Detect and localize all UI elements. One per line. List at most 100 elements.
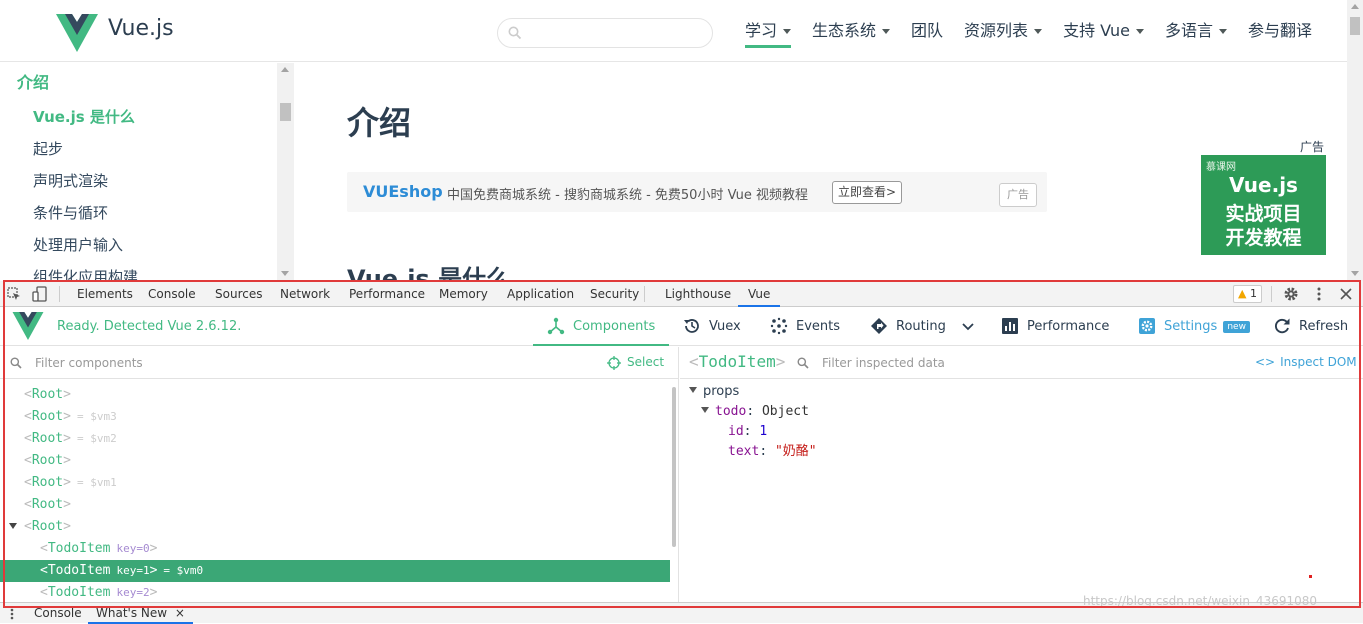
device-toolbar-icon[interactable] <box>32 286 48 302</box>
watermark: https://blog.csdn.net/weixin_43691080 <box>1083 594 1318 608</box>
new-badge: new <box>1223 320 1250 333</box>
nav-item-6[interactable]: 参与翻译 <box>1248 18 1312 48</box>
chevron-down-icon[interactable] <box>962 322 974 331</box>
sidebar-scroll-thumb[interactable] <box>280 103 291 121</box>
component-name: TodoItem <box>47 585 111 600</box>
expand-triangle-icon[interactable] <box>9 523 17 529</box>
tree-row[interactable]: <TodoItem key=1> = $vm0 <box>0 560 670 582</box>
scroll-up-arrow-icon[interactable] <box>1351 4 1359 9</box>
tag-bracket: < <box>40 541 48 556</box>
nav-item-2[interactable]: 团队 <box>911 18 943 48</box>
sidebar-item[interactable]: Vue.js 是什么 <box>33 101 138 133</box>
sidebar-item[interactable]: 起步 <box>33 133 138 165</box>
nav-item-4[interactable]: 支持 Vue <box>1063 18 1144 48</box>
drawer-tab-label: What's New <box>96 606 168 620</box>
tag-bracket: < <box>24 497 32 512</box>
select-component-button[interactable]: Select <box>607 355 664 370</box>
devtools-tab-security[interactable]: Security <box>590 281 639 307</box>
devtools-tab-elements[interactable]: Elements <box>77 281 133 307</box>
sidebar-section-title[interactable]: 介绍 <box>17 69 49 93</box>
tree-row[interactable]: <Root> <box>0 384 670 406</box>
nav-item-3[interactable]: 资源列表 <box>964 18 1043 48</box>
devtools-tab-application[interactable]: Application <box>507 281 574 307</box>
sponsor-brand[interactable]: VUEshop <box>363 182 443 201</box>
scroll-down-arrow-icon[interactable] <box>281 271 289 276</box>
tree-scrollbar[interactable] <box>672 387 676 547</box>
component-key: key=1 <box>116 564 150 577</box>
filter-components-bar[interactable]: Filter components Select <box>0 347 678 379</box>
sponsor-text[interactable]: 中国免费商城系统 - 搜豹商城系统 - 免费50小时 Vue 视频教程 <box>447 184 808 203</box>
sidebar-item[interactable]: 声明式渲染 <box>33 165 138 197</box>
tree-row[interactable]: <Root> <box>0 494 670 516</box>
nav-item-label: 支持 Vue <box>1063 21 1130 40</box>
sidebar-item[interactable]: 组件化应用构建 <box>33 261 138 281</box>
expand-triangle-icon[interactable] <box>689 387 697 393</box>
filter-inspected-input[interactable]: Filter inspected data <box>822 356 945 370</box>
crosshair-icon <box>607 355 621 370</box>
devtools-tab-network[interactable]: Network <box>280 281 330 307</box>
refresh-label: Refresh <box>1299 319 1349 334</box>
inspect-dom-button[interactable]: <> Inspect DOM <box>1255 355 1357 369</box>
tree-row[interactable]: <TodoItem key=0> <box>0 538 670 560</box>
tree-row[interactable]: <Root> = $vm3 <box>0 406 670 428</box>
devtools-tab-memory[interactable]: Memory <box>439 281 488 307</box>
site-brand[interactable]: Vue.js <box>108 16 174 41</box>
warnings-badge[interactable]: ▲ 1 <box>1233 285 1262 303</box>
kebab-menu-icon[interactable] <box>1316 287 1322 301</box>
sponsor-cta-button[interactable]: 立即查看> <box>832 181 903 204</box>
refresh-button[interactable]: Refresh <box>1273 308 1348 346</box>
prop-row-todo[interactable]: todo: Object <box>689 402 817 422</box>
sidebar-item[interactable]: 条件与循环 <box>33 197 138 229</box>
tree-row[interactable]: <Root> = $vm1 <box>0 472 670 494</box>
close-icon[interactable] <box>1340 288 1352 300</box>
expand-triangle-icon[interactable] <box>701 407 709 413</box>
tab-routing[interactable]: Routing <box>870 308 974 346</box>
nav-item-label: 参与翻译 <box>1248 21 1313 40</box>
side-ad-line: 开发教程 <box>1225 227 1302 249</box>
site-header: Vue.js 学习 生态系统 团队 资源列表 支持 Vue 多语言 参与翻译 <box>0 0 1347 62</box>
drawer-tab-console[interactable]: Console <box>34 603 82 624</box>
close-icon[interactable]: × <box>175 606 185 620</box>
devtools-tab-console[interactable]: Console <box>148 281 196 307</box>
sidebar-scrollbar[interactable] <box>277 63 294 281</box>
nav-item-5[interactable]: 多语言 <box>1165 18 1228 48</box>
nav-item-0[interactable]: 学习 <box>745 18 792 48</box>
drawer-menu-icon[interactable] <box>9 608 15 620</box>
scroll-down-arrow-icon[interactable] <box>1351 271 1359 276</box>
sidebar-item[interactable]: 处理用户输入 <box>33 229 138 261</box>
props-section-row[interactable]: props <box>689 382 817 402</box>
tree-row[interactable]: <Root> <box>0 450 670 472</box>
devtools-tab-lighthouse[interactable]: Lighthouse <box>665 281 731 307</box>
tab-performance[interactable]: Performance <box>1001 308 1109 346</box>
prop-key: todo <box>715 404 747 419</box>
devtools-tab-vue[interactable]: Vue <box>738 281 781 307</box>
drawer-tab-whats-new[interactable]: What's New × <box>88 603 193 624</box>
tree-row[interactable]: <Root> = $vm2 <box>0 428 670 450</box>
tree-row[interactable]: <TodoItem key=2> <box>0 582 670 602</box>
sponsor-banner[interactable]: VUEshop 中国免费商城系统 - 搜豹商城系统 - 免费50小时 Vue 视… <box>347 172 1047 212</box>
nav-item-1[interactable]: 生态系统 <box>812 18 891 48</box>
tag-bracket: > <box>63 431 71 446</box>
devtools-tab-performance[interactable]: Performance <box>349 281 425 307</box>
side-ad-image[interactable]: 慕课网 Vue.js 实战项目 开发教程 <box>1201 155 1326 255</box>
prop-value: "奶酪" <box>774 444 817 459</box>
devtools-tab-sources[interactable]: Sources <box>215 281 262 307</box>
site-search-input[interactable] <box>497 18 713 48</box>
page-title: 介绍 <box>347 104 412 142</box>
tab-vuex[interactable]: Vuex <box>683 308 741 346</box>
search-icon <box>797 357 809 369</box>
inspect-element-icon[interactable] <box>7 287 21 301</box>
tab-events[interactable]: Events <box>770 308 840 346</box>
vue-logo-icon[interactable] <box>56 14 98 52</box>
page-scroll-thumb[interactable] <box>1350 17 1360 35</box>
side-ad-line: Vue.js <box>1229 173 1298 197</box>
filter-components-input[interactable]: Filter components <box>35 356 143 370</box>
page-scrollbar[interactable] <box>1347 0 1363 281</box>
nav-item-label: 团队 <box>911 21 944 40</box>
tree-row[interactable]: <Root> <box>0 516 670 538</box>
scroll-up-arrow-icon[interactable] <box>281 67 289 72</box>
tab-settings[interactable]: Settings new <box>1138 308 1250 346</box>
tab-components[interactable]: Components <box>533 308 669 346</box>
gear-icon[interactable] <box>1283 286 1299 302</box>
tag-bracket: < <box>40 585 48 600</box>
